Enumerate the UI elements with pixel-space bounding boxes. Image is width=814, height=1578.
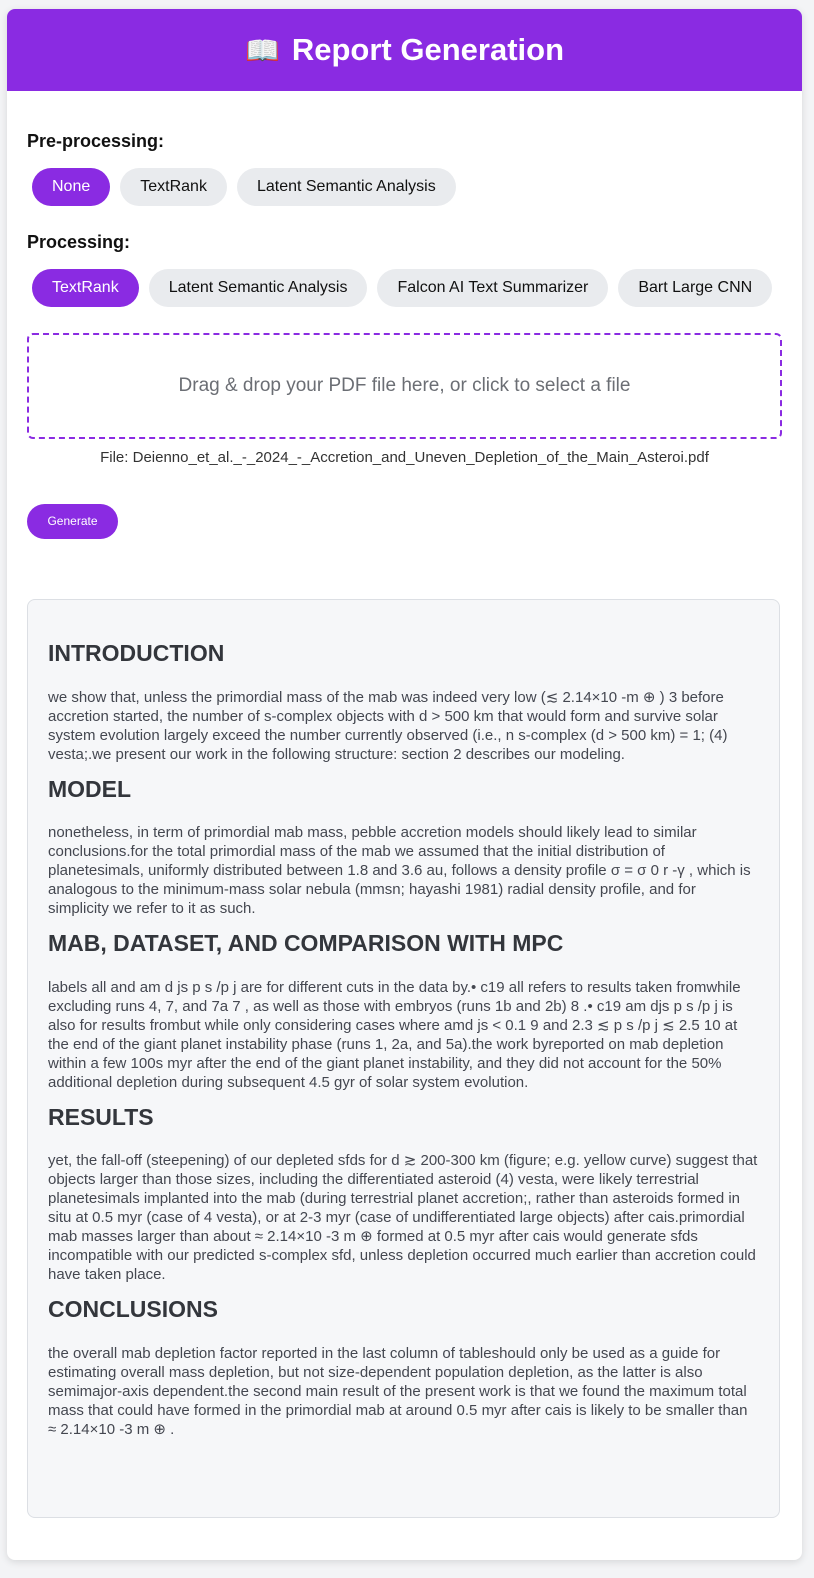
book-icon: 📖 bbox=[244, 34, 280, 66]
preprocessing-options: None TextRank Latent Semantic Analysis bbox=[32, 168, 456, 206]
preprocessing-label: Pre-processing: bbox=[27, 131, 165, 151]
section-body: we show that, unless the primordial mass… bbox=[48, 688, 728, 763]
section-heading: MODEL bbox=[48, 775, 132, 802]
section-heading: INTRODUCTION bbox=[48, 640, 225, 666]
dropzone-text: Drag & drop your PDF file here, or click… bbox=[178, 375, 631, 396]
report-generation-card: 📖 Report Generation Pre-processing: None… bbox=[7, 9, 802, 1560]
selected-file-label: File: Deienno_et_al._-_2024_-_Accretion_… bbox=[100, 449, 709, 466]
preprocessing-option-lsa[interactable]: Latent Semantic Analysis bbox=[236, 168, 456, 206]
section-body: nonetheless, in term of primordial mab m… bbox=[48, 824, 751, 918]
section-heading: RESULTS bbox=[48, 1103, 154, 1130]
section-heading: MAB, DATASET, AND COMPARISON WITH MPC bbox=[48, 930, 564, 957]
section-body: yet, the fall-off (steepening) of our de… bbox=[48, 1152, 758, 1284]
processing-option-falcon[interactable]: Falcon AI Text Summarizer bbox=[377, 269, 609, 307]
processing-label: Processing: bbox=[27, 232, 131, 252]
section-heading: CONCLUSIONS bbox=[48, 1296, 218, 1323]
section-body: the overall mab depletion factor reporte… bbox=[48, 1344, 748, 1438]
pdf-dropzone[interactable]: Drag & drop your PDF file here, or click… bbox=[27, 333, 782, 439]
app-header: 📖 Report Generation bbox=[7, 9, 802, 91]
processing-option-textrank[interactable]: TextRank bbox=[32, 269, 139, 307]
report-section: MAB, DATASET, AND COMPARISON WITH MPC la… bbox=[48, 930, 759, 1092]
section-body: labels all and am d js p s /p j are for … bbox=[48, 978, 741, 1091]
report-output: INTRODUCTION we show that, unless the pr… bbox=[27, 599, 780, 1518]
page-title: Report Generation bbox=[291, 32, 565, 67]
processing-option-bart[interactable]: Bart Large CNN bbox=[618, 269, 773, 307]
processing-option-lsa[interactable]: Latent Semantic Analysis bbox=[148, 269, 368, 307]
report-section: MODEL nonetheless, in term of primordial… bbox=[48, 776, 759, 919]
preprocessing-option-none[interactable]: None bbox=[32, 168, 111, 206]
report-section: INTRODUCTION we show that, unless the pr… bbox=[48, 640, 759, 764]
generate-button[interactable]: Generate bbox=[27, 504, 118, 539]
processing-options: TextRank Latent Semantic Analysis Falcon… bbox=[32, 269, 773, 307]
preprocessing-option-textrank[interactable]: TextRank bbox=[120, 168, 227, 206]
report-section: CONCLUSIONS the overall mab depletion fa… bbox=[48, 1296, 759, 1439]
report-section: RESULTS yet, the fall-off (steepening) o… bbox=[48, 1104, 759, 1285]
